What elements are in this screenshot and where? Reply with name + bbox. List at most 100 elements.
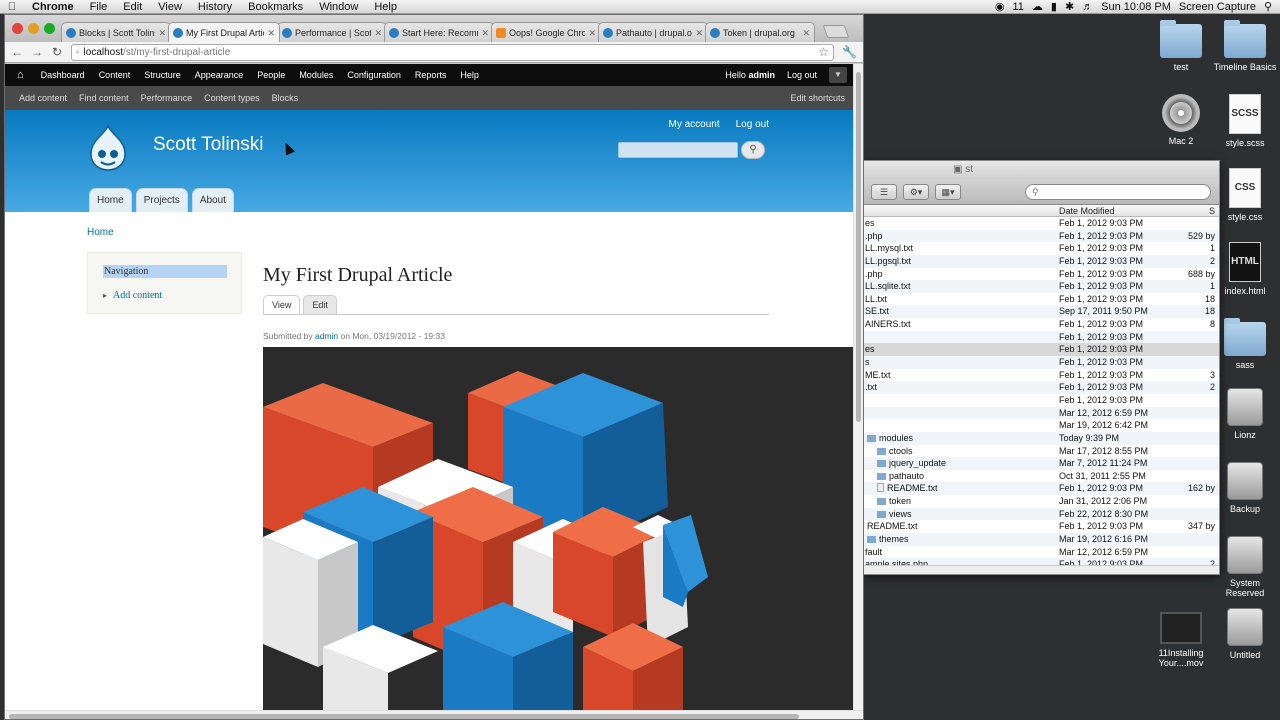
shortcuts-toggle-icon[interactable]: ▼ [829, 67, 847, 83]
shortcut-content-types[interactable]: Content types [198, 93, 266, 103]
user-name[interactable]: admin [748, 70, 775, 80]
menu-bookmarks[interactable]: Bookmarks [240, 1, 311, 13]
finder-row[interactable]: LL.pgsql.txt Feb 1, 2012 9:03 PM 2 [863, 254, 1219, 268]
close-tab-icon[interactable]: ✕ [481, 24, 489, 42]
finder-row[interactable]: LL.sqlite.txt Feb 1, 2012 9:03 PM 1 [863, 280, 1219, 293]
main-menu-projects[interactable]: Projects [135, 188, 188, 212]
status-count[interactable]: 11 [1012, 1, 1023, 13]
desktop-drive-backup[interactable]: Backup [1210, 462, 1280, 514]
finder-row[interactable]: themes Mar 19, 2012 6:16 PM [863, 533, 1219, 546]
shortcut-performance[interactable]: Performance [135, 93, 199, 103]
tab-start-here[interactable]: Start Here: Recomme ✕ [384, 22, 494, 42]
logout-link[interactable]: Log out [736, 119, 769, 130]
tab-pathauto[interactable]: Pathauto | drupal.org ✕ [598, 22, 708, 42]
desktop-drive-system-reserved[interactable]: System Reserved [1210, 536, 1280, 598]
finder-row[interactable]: s Feb 1, 2012 9:03 PM [863, 356, 1219, 369]
desktop-folder-sass[interactable]: sass [1210, 318, 1280, 370]
my-account-link[interactable]: My account [668, 119, 719, 130]
page-vertical-scrollbar[interactable] [853, 64, 863, 710]
wrench-menu-icon[interactable]: 🔧 [842, 45, 857, 59]
home-icon[interactable]: ⌂ [17, 69, 24, 81]
gear-icon[interactable]: ⚙▾ [903, 183, 929, 200]
finder-row[interactable]: Mar 19, 2012 6:42 PM [863, 419, 1219, 432]
close-tab-icon[interactable]: ✕ [695, 24, 703, 42]
finder-row[interactable]: SE.txt Sep 17, 2011 9:50 PM 18 [863, 305, 1219, 319]
shortcut-find-content[interactable]: Find content [73, 93, 135, 103]
scrollbar-thumb[interactable] [856, 72, 861, 422]
finder-row[interactable]: Feb 1, 2012 9:03 PM [863, 394, 1219, 407]
desktop-folder-test[interactable]: test [1146, 20, 1216, 72]
site-name[interactable]: Scott Tolinski [153, 134, 264, 156]
desktop-file-index-html[interactable]: HTML index.html [1210, 242, 1280, 296]
finder-row[interactable]: Feb 1, 2012 9:03 PM [863, 330, 1219, 344]
close-tab-icon[interactable]: ✕ [158, 24, 166, 42]
spotlight-icon[interactable]: ⚲ [1264, 0, 1272, 13]
finder-row[interactable]: token Jan 31, 2012 2:06 PM [863, 495, 1219, 508]
toolbar-reports[interactable]: Reports [408, 70, 454, 80]
close-tab-icon[interactable]: ✕ [267, 24, 275, 42]
finder-row[interactable]: ctools Mar 17, 2012 8:55 PM [863, 445, 1219, 458]
finder-row[interactable]: LL.mysql.txt Feb 1, 2012 9:03 PM 1 [863, 242, 1219, 255]
toolbar-content[interactable]: Content [92, 70, 138, 80]
new-tab-button[interactable] [822, 25, 850, 38]
tab-edit[interactable]: Edit [303, 295, 337, 314]
edit-shortcuts-link[interactable]: Edit shortcuts [784, 93, 853, 103]
desktop-drive-untitled[interactable]: Untitled [1210, 608, 1280, 660]
volume-icon[interactable]: ♬ [1082, 1, 1093, 13]
finder-row[interactable]: Mar 12, 2012 6:59 PM [863, 406, 1219, 420]
menu-history[interactable]: History [190, 1, 240, 13]
finder-row[interactable]: jquery_update Mar 7, 2012 11:24 PM [863, 457, 1219, 470]
column-view-icon[interactable]: ☰ [871, 183, 897, 200]
clock[interactable]: Sun 10:08 PM [1101, 1, 1171, 13]
finder-horizontal-scrollbar[interactable] [863, 565, 1219, 574]
tab-view[interactable]: View [263, 295, 301, 314]
drupal-logo-icon[interactable] [87, 124, 129, 172]
toolbar-appearance[interactable]: Appearance [188, 70, 251, 80]
tab-my-first-drupal-article[interactable]: My First Drupal Artic ✕ [168, 22, 280, 42]
finder-row[interactable]: pathauto Oct 31, 2011 2:55 PM [863, 470, 1219, 483]
back-arrow-icon[interactable]: ← [11, 45, 23, 59]
nav-add-content-link[interactable]: Add content [103, 290, 162, 301]
close-tab-icon[interactable]: ✕ [802, 24, 810, 42]
battery-icon[interactable]: ▮ [1051, 0, 1057, 13]
desktop-file-movie[interactable]: 11Installing Your....mov [1146, 612, 1216, 668]
menu-file[interactable]: File [82, 1, 116, 13]
finder-row[interactable]: views Feb 22, 2012 8:30 PM [863, 507, 1219, 521]
finder-search-input[interactable]: ⚲ [1025, 183, 1211, 200]
finder-row[interactable]: .php Feb 1, 2012 9:03 PM 529 by [863, 229, 1219, 243]
finder-row[interactable]: es Feb 1, 2012 9:03 PM [863, 217, 1219, 230]
menu-edit[interactable]: Edit [115, 1, 150, 13]
toolbar-modules[interactable]: Modules [292, 70, 340, 80]
forward-arrow-icon[interactable]: → [31, 45, 43, 59]
tab-oops-google-chrome[interactable]: Oops! Google Chrom ✕ [491, 22, 601, 42]
reload-icon[interactable]: ↻ [51, 45, 63, 59]
date-column-header[interactable]: Date Modified [1055, 205, 1167, 216]
shortcut-add-content[interactable]: Add content [13, 93, 73, 103]
bookmark-star-icon[interactable]: ☆ [818, 45, 833, 60]
toolbar-logout[interactable]: Log out [787, 70, 817, 80]
search-button[interactable]: ⚲ [741, 141, 765, 159]
finder-row[interactable]: .txt Feb 1, 2012 9:03 PM 2 [863, 381, 1219, 394]
finder-row[interactable]: fault Mar 12, 2012 6:59 PM [863, 546, 1219, 559]
toolbar-configuration[interactable]: Configuration [340, 70, 408, 80]
desktop-file-style-scss[interactable]: SCSS style.scss [1210, 94, 1280, 148]
menu-app-name[interactable]: Chrome [24, 1, 82, 13]
cloud-icon[interactable]: ☁ [1032, 0, 1043, 13]
main-menu-about[interactable]: About [191, 188, 234, 212]
tab-token[interactable]: Token | drupal.org ✕ [705, 22, 815, 42]
desktop-file-style-css[interactable]: CSS style.css [1210, 168, 1280, 222]
tab-performance[interactable]: Performance | Scott T ✕ [277, 22, 387, 42]
menu-window[interactable]: Window [311, 1, 366, 13]
close-tab-icon[interactable]: ✕ [588, 24, 596, 42]
bluetooth-icon[interactable]: ✱ [1065, 0, 1074, 13]
address-bar[interactable]: ▫ localhost/st/my-first-drupal-article ☆ [71, 43, 835, 61]
site-search-input[interactable] [618, 142, 738, 158]
screen-capture-label[interactable]: Screen Capture [1179, 1, 1256, 13]
zoom-window-icon[interactable] [44, 23, 55, 34]
finder-row[interactable]: modules Today 9:39 PM [863, 431, 1219, 445]
finder-titlebar[interactable]: ▣ st [863, 161, 1219, 179]
toolbar-dashboard[interactable]: Dashboard [34, 70, 92, 80]
camera-icon[interactable]: ◉ [995, 0, 1005, 13]
menu-help[interactable]: Help [366, 1, 405, 13]
finder-row[interactable]: LL.txt Feb 1, 2012 9:03 PM 18 [863, 293, 1219, 306]
